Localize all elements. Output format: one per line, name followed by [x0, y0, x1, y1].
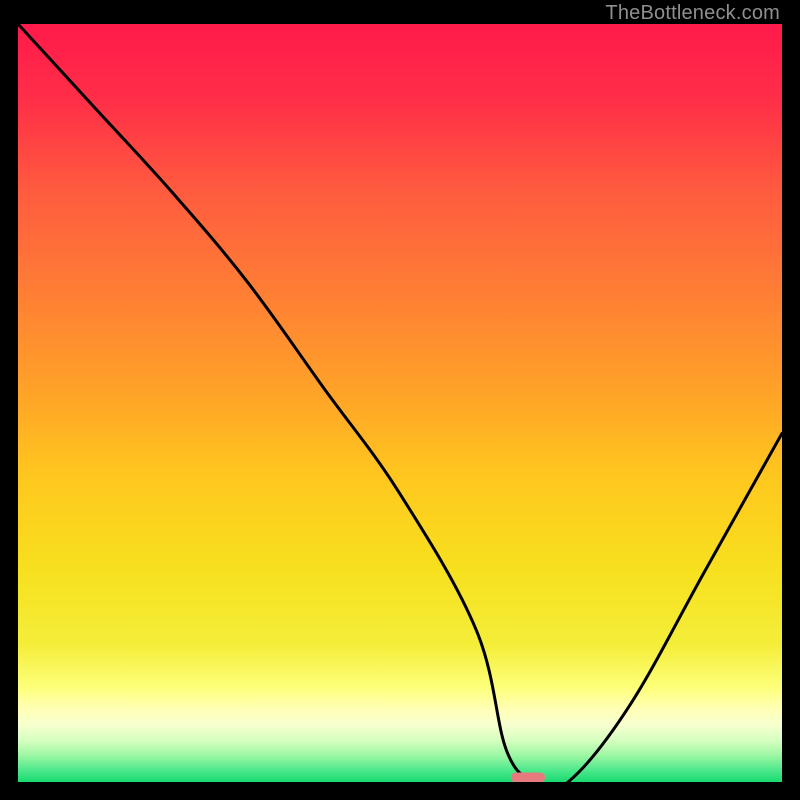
chart-frame: TheBottleneck.com	[0, 0, 800, 800]
optimal-marker	[511, 772, 545, 782]
watermark-text: TheBottleneck.com	[605, 2, 780, 25]
plot-area	[18, 24, 782, 782]
gradient-background	[18, 24, 782, 782]
bottleneck-chart	[18, 24, 782, 782]
